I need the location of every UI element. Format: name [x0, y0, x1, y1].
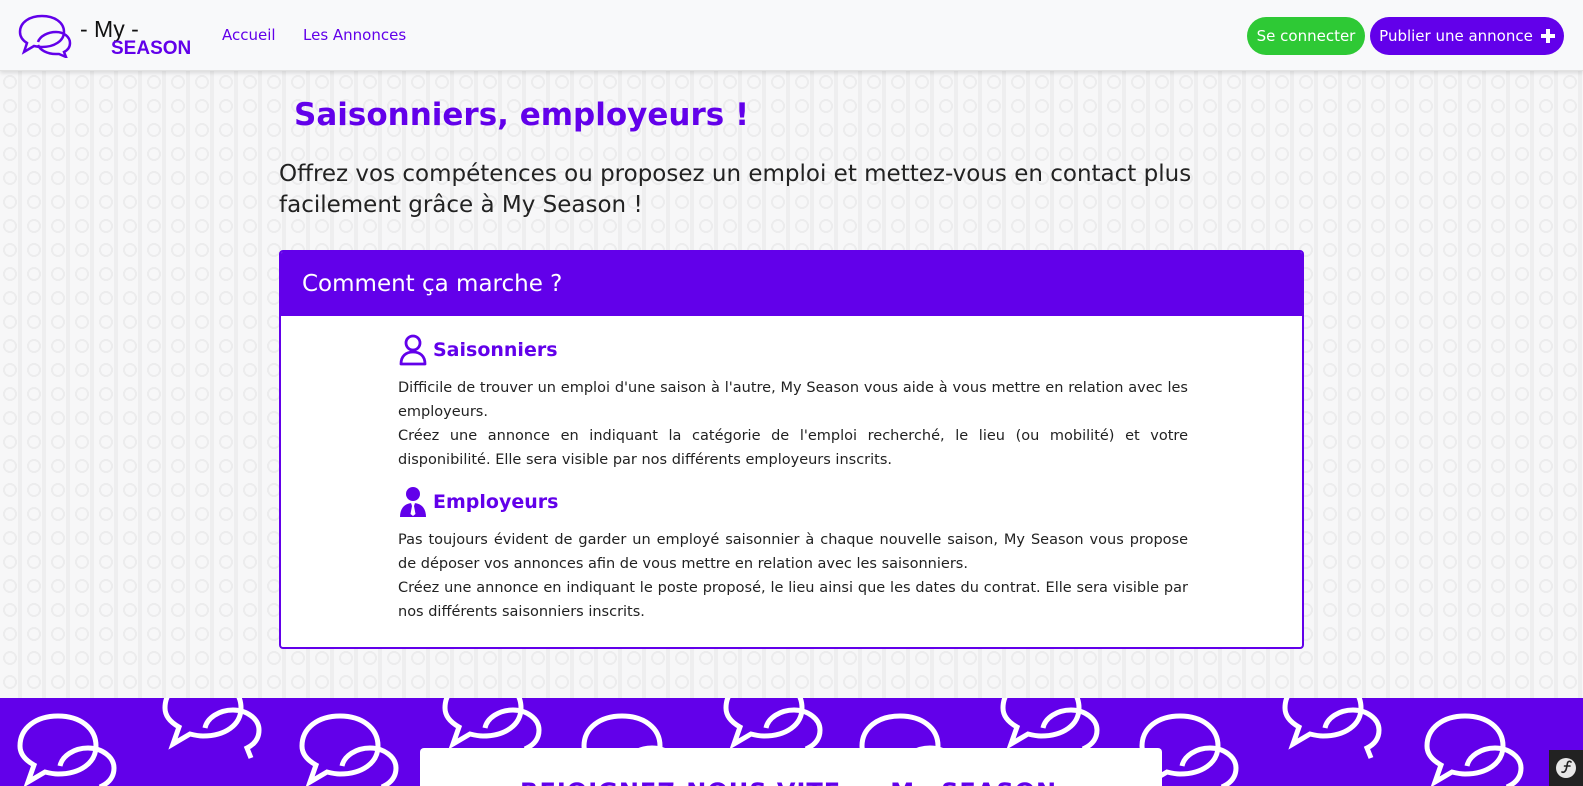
symfony-icon — [1556, 758, 1576, 778]
nav-link-annonces[interactable]: Les Annonces — [303, 26, 406, 44]
symfony-toolbar-toggle[interactable] — [1549, 750, 1583, 786]
publish-button-label: Publier une annonce — [1379, 27, 1533, 45]
brand-logo-link[interactable]: - My - SEASON — [16, 10, 196, 62]
brand-season-text: SEASON — [111, 38, 192, 59]
chat-bubbles-logo-icon — [18, 14, 72, 58]
navbar: - My - SEASON Accueil Les Annonces Se co… — [0, 0, 1583, 71]
login-button-label: Se connecter — [1256, 27, 1356, 45]
footer-band: REJOIGNEZ-NOUS VITE ... My SEASON — [0, 698, 1583, 786]
hero-subtitle: Offrez vos compétences ou proposez un em… — [279, 161, 1192, 218]
section-paragraph: Créez une annonce en indiquant la catégo… — [398, 428, 1188, 468]
section-heading: Employeurs — [398, 484, 1188, 520]
section-paragraph: Pas toujours évident de garder un employ… — [398, 532, 1188, 572]
section-title: Employeurs — [433, 491, 559, 513]
user-tie-icon — [400, 487, 426, 517]
section-employeurs: Employeurs Pas toujours évident de garde… — [398, 484, 1188, 624]
section-title: Saisonniers — [433, 339, 558, 361]
section-heading: Saisonniers — [398, 332, 1188, 368]
user-outline-icon — [399, 334, 427, 366]
hero-title: Saisonniers, employeurs ! — [294, 97, 750, 133]
newsletter-title: REJOIGNEZ-NOUS VITE ... My SEASON — [520, 778, 1057, 786]
newsletter-box: REJOIGNEZ-NOUS VITE ... My SEASON — [420, 748, 1162, 786]
plus-icon — [1540, 29, 1555, 43]
card-header: Comment ça marche ? — [281, 252, 1302, 316]
section-saisonniers: Saisonniers Difficile de trouver un empl… — [398, 332, 1188, 472]
publish-ad-button[interactable]: Publier une annonce — [1370, 17, 1564, 55]
section-paragraph: Difficile de trouver un emploi d'une sai… — [398, 380, 1188, 420]
nav-link-accueil[interactable]: Accueil — [222, 26, 276, 44]
login-button[interactable]: Se connecter — [1247, 17, 1365, 55]
how-it-works-card: Comment ça marche ? Saisonniers Difficil… — [279, 250, 1304, 649]
section-text: Difficile de trouver un emploi d'une sai… — [398, 376, 1188, 472]
section-paragraph: Créez une annonce en indiquant le poste … — [398, 580, 1188, 620]
section-text: Pas toujours évident de garder un employ… — [398, 528, 1188, 624]
